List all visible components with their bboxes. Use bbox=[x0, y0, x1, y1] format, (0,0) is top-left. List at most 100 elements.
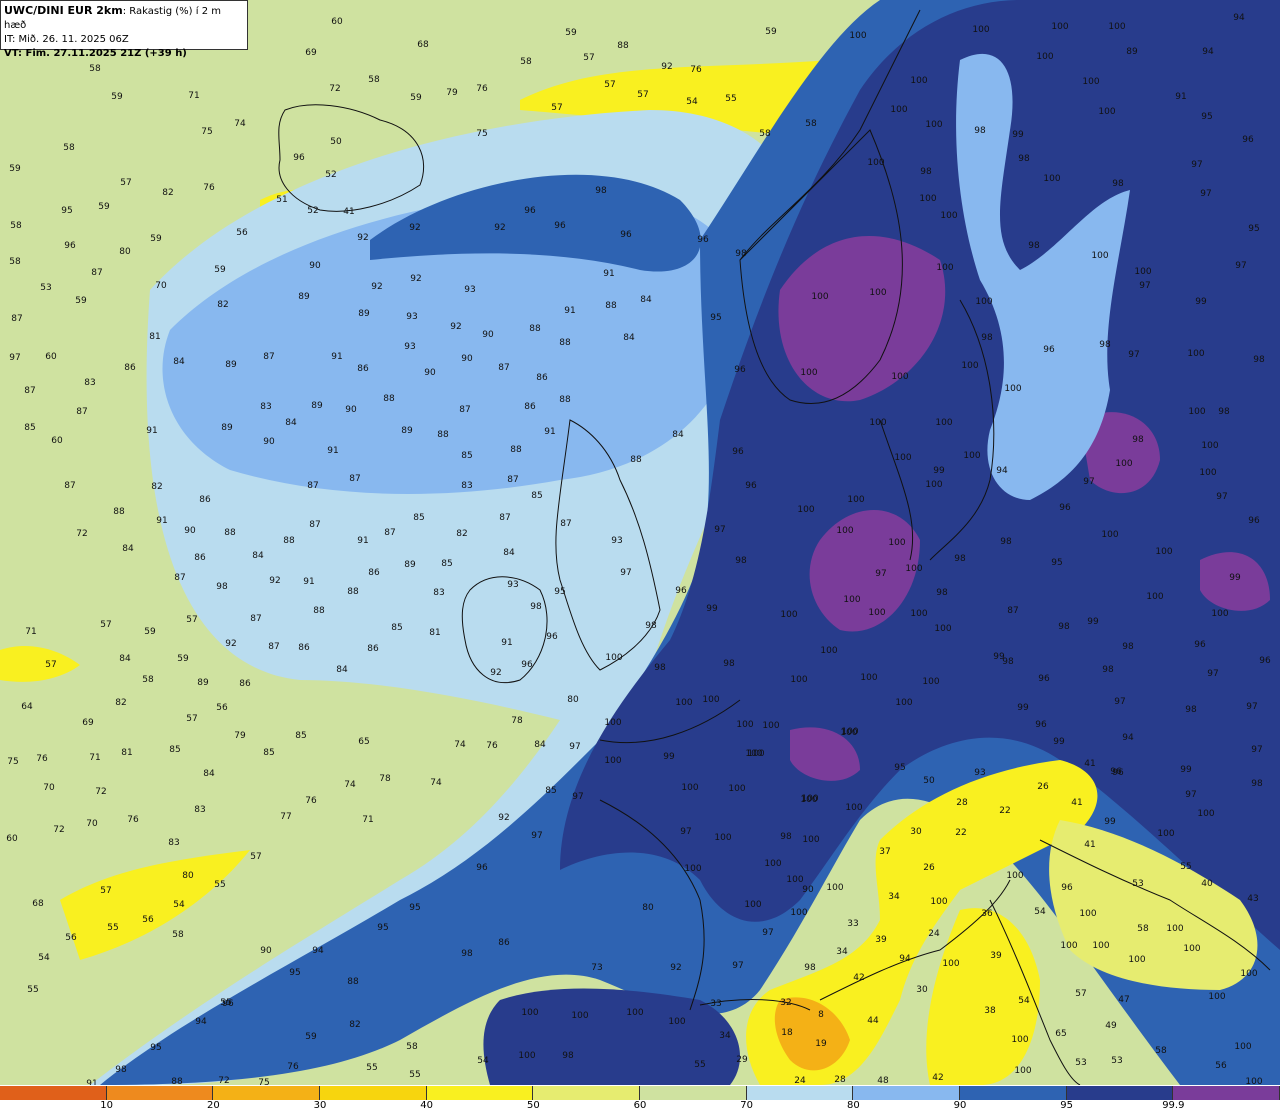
humidity-value-label: 92 bbox=[670, 963, 682, 973]
humidity-value-label: 41 bbox=[343, 207, 355, 217]
humidity-value-label: 55 bbox=[27, 985, 39, 995]
humidity-value-label: 32 bbox=[780, 998, 792, 1008]
humidity-value-label: 84 bbox=[672, 430, 684, 440]
humidity-value-label: 99 bbox=[1017, 703, 1029, 713]
humidity-value-label: 42 bbox=[853, 973, 865, 983]
humidity-value-label: 59 bbox=[410, 93, 422, 103]
humidity-value-label: 95 bbox=[710, 313, 722, 323]
humidity-value-label: 54 bbox=[38, 953, 50, 963]
humidity-value-label: 96 bbox=[1259, 656, 1271, 666]
humidity-value-label: 54 bbox=[477, 1056, 489, 1066]
humidity-value-label: 97 bbox=[1185, 790, 1197, 800]
humidity-value-label: 84 bbox=[503, 548, 515, 558]
humidity-value-label: 57 bbox=[551, 103, 563, 113]
humidity-value-label: 100 bbox=[1092, 941, 1110, 951]
humidity-value-label: 57 bbox=[100, 886, 112, 896]
humidity-value-label: 88 bbox=[559, 395, 571, 405]
humidity-value-label: 88 bbox=[113, 507, 125, 517]
humidity-value-label: 55 bbox=[107, 923, 119, 933]
humidity-value-label: 68 bbox=[417, 40, 429, 50]
humidity-value-label: 100 bbox=[684, 864, 702, 874]
humidity-value-label: 100 bbox=[626, 1008, 644, 1018]
humidity-value-label: 91 bbox=[1175, 92, 1187, 102]
humidity-value-label: 95 bbox=[150, 1043, 162, 1053]
humidity-value-label: 96 bbox=[620, 230, 632, 240]
humidity-value-label: 95 bbox=[377, 923, 389, 933]
humidity-value-label: 58 bbox=[172, 930, 184, 940]
humidity-value-label: 98 bbox=[804, 963, 816, 973]
humidity-value-label: 53 bbox=[1075, 1058, 1087, 1068]
humidity-value-label: 88 bbox=[283, 536, 295, 546]
humidity-value-label: 18 bbox=[781, 1028, 793, 1038]
humidity-value-label: 100 bbox=[1245, 1077, 1263, 1085]
humidity-value-label: 60 bbox=[6, 834, 18, 844]
humidity-map[interactable]: 60 59 59 69 68 88 58 57 92 76 58 72 58 59 79 76 57 57 54 55… bbox=[0, 0, 1280, 1085]
humidity-value-label: 91 bbox=[327, 446, 339, 456]
humidity-value-label: 97 bbox=[680, 827, 692, 837]
humidity-value-label: 100 bbox=[571, 1011, 589, 1021]
humidity-value-label: 96 bbox=[1059, 503, 1071, 513]
humidity-value-label: 75 bbox=[476, 129, 488, 139]
humidity-value-label: 100 bbox=[1188, 407, 1206, 417]
humidity-value-label: 96 bbox=[554, 221, 566, 231]
humidity-value-label: 100 bbox=[1155, 547, 1173, 557]
humidity-value-label: 53 bbox=[1132, 879, 1144, 889]
humidity-value-label: 33 bbox=[710, 999, 722, 1009]
humidity-value-label: 58 bbox=[142, 675, 154, 685]
colorbar: 10 20 30 40 50 60 70 80 90 95 99.9 bbox=[0, 1085, 1280, 1115]
humidity-value-label: 91 bbox=[501, 638, 513, 648]
humidity-value-label: 96 bbox=[745, 481, 757, 491]
humidity-value-label: 98 bbox=[654, 663, 666, 673]
humidity-value-label: 26 bbox=[1037, 782, 1049, 792]
humidity-value-label: 100 bbox=[762, 721, 780, 731]
initial-time: IT: Mið. 26. 11. 2025 06Z bbox=[4, 34, 129, 45]
humidity-value-label: 90 bbox=[482, 330, 494, 340]
humidity-value-label: 87 bbox=[349, 474, 361, 484]
humidity-value-label: 55 bbox=[725, 94, 737, 104]
humidity-value-label: 88 bbox=[347, 587, 359, 597]
humidity-value-label: 59 bbox=[565, 28, 577, 38]
humidity-value-label: 89 bbox=[197, 678, 209, 688]
humidity-value-label: 94 bbox=[195, 1017, 207, 1027]
humidity-value-label: 42 bbox=[932, 1073, 944, 1083]
humidity-value-label: 92 bbox=[661, 62, 673, 72]
humidity-value-label: 54 bbox=[1018, 996, 1030, 1006]
humidity-value-label: 97 bbox=[1083, 477, 1095, 487]
humidity-value-label: 40 bbox=[1201, 879, 1213, 889]
humidity-value-label: 29 bbox=[736, 1055, 748, 1065]
humidity-value-label: 94 bbox=[1202, 47, 1214, 57]
humidity-value-label: 96 bbox=[1035, 720, 1047, 730]
humidity-value-label: 86 bbox=[194, 553, 206, 563]
humidity-value-label: 96 bbox=[293, 153, 305, 163]
humidity-value-label: 96 bbox=[734, 365, 746, 375]
humidity-value-label: 99 bbox=[706, 604, 718, 614]
humidity-value-label: 88 bbox=[171, 1077, 183, 1085]
humidity-value-label: 98 bbox=[1185, 705, 1197, 715]
humidity-value-label: 100 bbox=[1208, 992, 1226, 1002]
humidity-value-label: 100 bbox=[940, 211, 958, 221]
humidity-value-label: 100 bbox=[714, 833, 732, 843]
humidity-value-label: 84 bbox=[534, 740, 546, 750]
humidity-value-label: 99 bbox=[1229, 573, 1241, 583]
humidity-value-label: 95 bbox=[894, 763, 906, 773]
humidity-value-label: 100 bbox=[764, 859, 782, 869]
humidity-value-label: 85 bbox=[24, 423, 36, 433]
humidity-value-label: 88 bbox=[383, 394, 395, 404]
humidity-value-label: 54 bbox=[1034, 907, 1046, 917]
humidity-value-label: 100 bbox=[1060, 941, 1078, 951]
humidity-value-label: 76 bbox=[486, 741, 498, 751]
humidity-value-label: 44 bbox=[867, 1016, 879, 1026]
humidity-value-label: 92 bbox=[410, 274, 422, 284]
humidity-value-label: 87 bbox=[507, 475, 519, 485]
humidity-value-label: 98 bbox=[723, 659, 735, 669]
humidity-value-label: 97 bbox=[1200, 189, 1212, 199]
humidity-value-label: 58 bbox=[406, 1042, 418, 1052]
humidity-value-label: 98 bbox=[1058, 622, 1070, 632]
humidity-value-label: 56 bbox=[65, 933, 77, 943]
humidity-value-label: 59 bbox=[144, 627, 156, 637]
humidity-value-label: 24 bbox=[794, 1076, 806, 1085]
colorbar-segment bbox=[960, 1086, 1067, 1100]
humidity-value-label: 90 bbox=[424, 368, 436, 378]
humidity-value-label: 83 bbox=[260, 402, 272, 412]
humidity-value-label: 30 bbox=[910, 827, 922, 837]
